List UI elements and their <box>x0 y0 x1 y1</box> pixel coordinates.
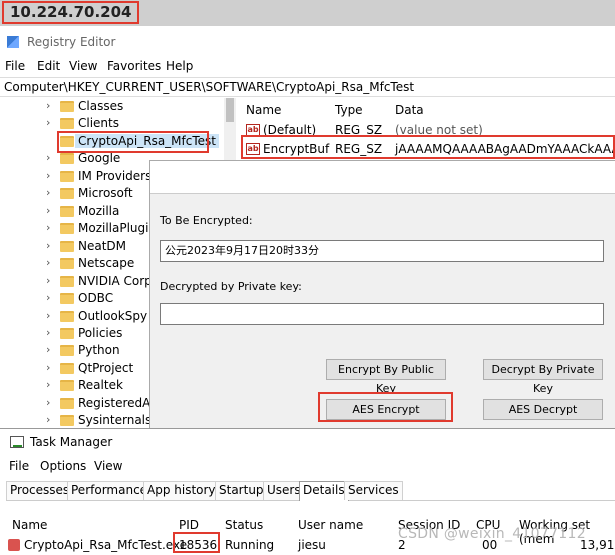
taskmgr-tabs: Processes Performance App history Startu… <box>6 481 615 501</box>
folder-icon <box>60 171 74 182</box>
highlight-encryptbuf-row <box>241 135 615 159</box>
chevron-right-icon[interactable]: › <box>46 256 50 269</box>
folder-icon <box>60 118 74 129</box>
folder-icon <box>60 415 74 426</box>
chevron-right-icon[interactable]: › <box>46 239 50 252</box>
menu-help[interactable]: Help <box>166 59 193 73</box>
chevron-right-icon[interactable]: › <box>46 413 50 426</box>
regedit-title: Registry Editor <box>27 35 116 49</box>
watermark: CSDN @weixin_41077112 <box>398 526 586 542</box>
folder-icon <box>60 311 74 322</box>
col-pid[interactable]: PID <box>179 518 199 532</box>
chevron-right-icon[interactable]: › <box>46 309 50 322</box>
taskmgr-titlebar: Task Manager <box>0 429 615 455</box>
chevron-right-icon[interactable]: › <box>46 274 50 287</box>
chevron-right-icon[interactable]: › <box>46 326 50 339</box>
folder-icon <box>60 241 74 252</box>
to-encrypt-input[interactable]: 公元2023年9月17日20时33分 <box>160 240 604 262</box>
taskmgr-title: Task Manager <box>30 435 113 449</box>
chevron-right-icon[interactable]: › <box>46 361 50 374</box>
regedit-app-icon <box>7 36 19 48</box>
tab-processes[interactable]: Processes <box>6 481 74 500</box>
tab-app-history[interactable]: App history <box>143 481 220 500</box>
chevron-right-icon[interactable]: › <box>46 291 50 304</box>
chevron-right-icon[interactable]: › <box>46 151 50 164</box>
folder-icon <box>60 293 74 304</box>
decrypt-by-private-key-button[interactable]: Decrypt By Private Key <box>483 359 603 395</box>
values-header: Name Type Data <box>238 98 615 120</box>
folder-icon <box>60 153 74 164</box>
folder-icon <box>60 101 74 112</box>
address-bar[interactable]: Computer\HKEY_CURRENT_USER\SOFTWARE\Cryp… <box>0 77 615 97</box>
label-decrypted: Decrypted by Private key: <box>160 280 302 293</box>
decrypted-output[interactable] <box>160 303 604 325</box>
highlight-aes-encrypt <box>318 392 453 422</box>
label-to-encrypt: To Be Encrypted: <box>160 214 253 227</box>
folder-icon <box>60 276 74 287</box>
col-type[interactable]: Type <box>335 103 363 117</box>
folder-icon <box>60 328 74 339</box>
folder-icon <box>60 223 74 234</box>
remote-ip-label: 10.224.70.204 <box>2 1 140 24</box>
taskmgr-app-icon <box>10 436 24 448</box>
col-user[interactable]: User name <box>298 518 363 532</box>
encrypt-by-public-key-button[interactable]: Encrypt By Public Key <box>326 359 446 395</box>
folder-icon <box>60 345 74 356</box>
process-icon <box>8 539 20 551</box>
tab-details[interactable]: Details <box>299 481 349 501</box>
folder-icon <box>60 188 74 199</box>
tree-item[interactable]: › Classes <box>44 98 234 115</box>
dialog-header <box>150 161 615 194</box>
chevron-right-icon[interactable]: › <box>46 169 50 182</box>
scrollbar-thumb[interactable] <box>226 98 234 122</box>
aes-decrypt-button[interactable]: AES Decrypt <box>483 399 603 420</box>
tab-performance[interactable]: Performance <box>67 481 152 500</box>
chevron-right-icon[interactable]: › <box>46 186 50 199</box>
tree-item[interactable]: › Clients <box>44 115 234 132</box>
remote-session-bar: 10.224.70.204 <box>0 0 615 26</box>
menu-file[interactable]: File <box>5 59 25 73</box>
chevron-right-icon[interactable]: › <box>46 99 50 112</box>
menu-edit[interactable]: Edit <box>37 59 60 73</box>
tm-menu-view[interactable]: View <box>94 459 122 473</box>
highlight-selected-key <box>57 131 209 153</box>
encrypt-dialog: To Be Encrypted: 公元2023年9月17日20时33分 Decr… <box>149 160 615 428</box>
chevron-right-icon[interactable]: › <box>46 221 50 234</box>
regedit-menubar: File Edit View Favorites Help <box>0 58 615 76</box>
chevron-right-icon[interactable]: › <box>46 116 50 129</box>
folder-icon <box>60 258 74 269</box>
col-status[interactable]: Status <box>225 518 263 532</box>
col-data[interactable]: Data <box>395 103 424 117</box>
chevron-right-icon[interactable]: › <box>46 204 50 217</box>
menu-view[interactable]: View <box>69 59 97 73</box>
folder-icon <box>60 398 74 409</box>
folder-icon <box>60 380 74 391</box>
chevron-right-icon[interactable]: › <box>46 343 50 356</box>
folder-icon <box>60 206 74 217</box>
folder-icon <box>60 363 74 374</box>
tab-startup[interactable]: Startup <box>215 481 268 500</box>
tm-menu-options[interactable]: Options <box>40 459 86 473</box>
chevron-right-icon[interactable]: › <box>46 396 50 409</box>
col-name[interactable]: Name <box>246 103 281 117</box>
col-process-name[interactable]: Name <box>12 518 47 532</box>
menu-favorites[interactable]: Favorites <box>107 59 161 73</box>
chevron-right-icon[interactable]: › <box>46 378 50 391</box>
tm-menu-file[interactable]: File <box>9 459 29 473</box>
highlight-pid <box>173 532 220 553</box>
regedit-titlebar: Registry Editor <box>0 26 615 58</box>
tab-services[interactable]: Services <box>344 481 403 500</box>
